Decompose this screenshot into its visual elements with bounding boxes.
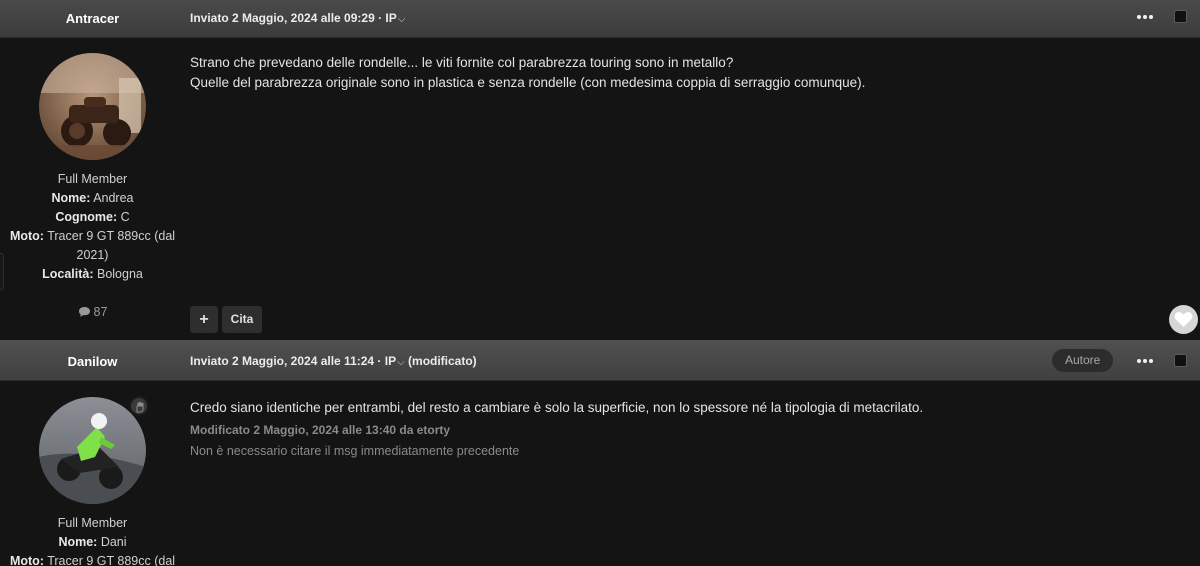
post-meta: Inviato 2 Maggio, 2024 alle 11:24 · IP⌵ … — [190, 354, 477, 368]
author-info: Full Member Nome: Dani Moto: Tracer 9 GT… — [0, 514, 185, 566]
member-rank: Full Member — [57, 172, 128, 186]
avatar[interactable] — [39, 53, 146, 160]
post-paragraph: Strano che prevedano delle rondelle... l… — [190, 55, 734, 70]
post-count[interactable]: 87 — [0, 305, 185, 319]
post-header: Danilow Inviato 2 Maggio, 2024 alle 11:2… — [0, 340, 1200, 381]
post-content: Strano che prevedano delle rondelle... l… — [190, 53, 865, 93]
forum-post: Danilow Inviato 2 Maggio, 2024 alle 11:2… — [0, 340, 1200, 566]
chevron-down-icon[interactable]: ⌵ — [397, 357, 405, 368]
author-info: Full Member Nome: Andrea Cognome: C Moto… — [0, 170, 185, 284]
post-actions: + Cita — [190, 306, 262, 333]
profile-field-nome: Nome: Dani — [58, 535, 127, 549]
select-post-checkbox[interactable] — [1174, 354, 1187, 367]
avatar[interactable] — [39, 397, 146, 504]
author-badge: Autore — [1052, 349, 1114, 372]
forum-post: Antracer Inviato 2 Maggio, 2024 alle 09:… — [0, 0, 1200, 340]
ellipsis-icon[interactable] — [1136, 7, 1156, 27]
profile-field-localita: Località: Bologna — [42, 267, 143, 281]
post-header: Antracer Inviato 2 Maggio, 2024 alle 09:… — [0, 0, 1200, 38]
heart-icon[interactable] — [1169, 305, 1198, 334]
ellipsis-icon[interactable] — [1136, 351, 1156, 371]
avatar-rider-image — [39, 397, 146, 504]
chevron-down-icon[interactable]: ⌵ — [398, 14, 406, 25]
profile-field-cognome: Cognome: C — [55, 210, 130, 224]
profile-field-nome: Nome: Andrea — [51, 191, 134, 205]
post-content: Credo siano identiche per entrambi, del … — [190, 398, 923, 460]
author-name[interactable]: Danilow — [0, 354, 185, 369]
comment-icon — [78, 307, 90, 317]
select-post-checkbox[interactable] — [1174, 10, 1187, 23]
post-meta: Inviato 2 Maggio, 2024 alle 09:29 · IP⌵ — [190, 11, 405, 25]
author-name[interactable]: Antracer — [0, 11, 185, 26]
profile-field-moto: Moto: Tracer 9 GT 889cc (dal 2021) — [9, 229, 176, 262]
profile-field-moto: Moto: Tracer 9 GT 889cc (dal — [9, 554, 176, 566]
avatar-motorcycle-image — [39, 53, 146, 160]
modified-label: (modificato) — [404, 354, 477, 368]
edit-note: Modificato 2 Maggio, 2024 alle 13:40 da … — [190, 423, 451, 437]
post-date[interactable]: Inviato 2 Maggio, 2024 alle 09:29 · IP — [190, 11, 397, 25]
multiquote-add-button[interactable]: + — [190, 306, 218, 333]
member-rank: Full Member — [57, 516, 128, 530]
quote-button[interactable]: Cita — [222, 306, 262, 333]
post-date[interactable]: Inviato 2 Maggio, 2024 alle 11:24 · IP — [190, 354, 396, 368]
post-paragraph: Quelle del parabrezza originale sono in … — [190, 75, 866, 90]
edit-reason: Non è necessario citare il msg immediata… — [190, 444, 520, 458]
post-paragraph: Credo siano identiche per entrambi, del … — [190, 400, 924, 415]
hand-icon — [129, 396, 149, 416]
